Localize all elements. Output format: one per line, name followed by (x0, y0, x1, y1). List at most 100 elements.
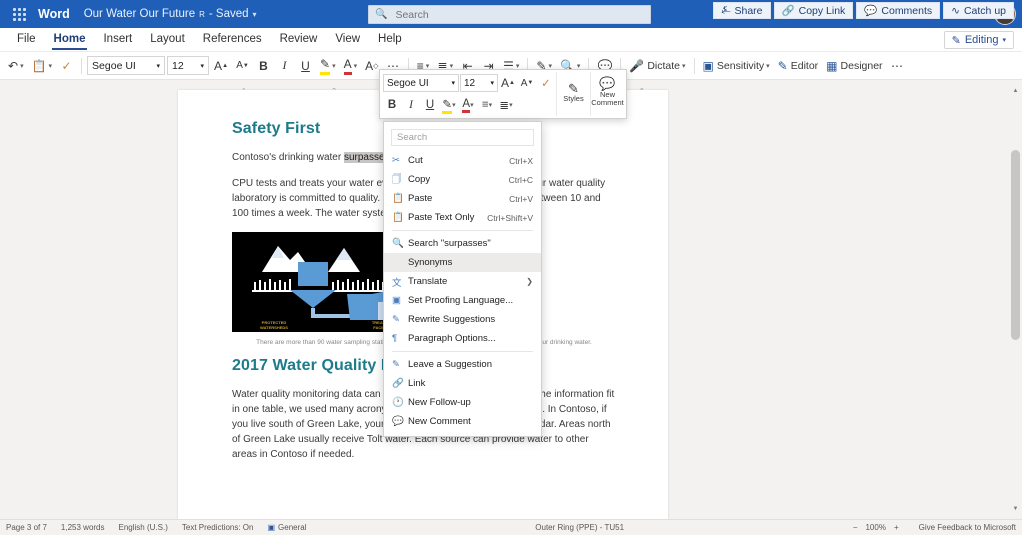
comment-icon: 💬 (392, 416, 404, 427)
font-color-button[interactable]: A ▾ (341, 55, 361, 77)
svg-text:WATERSHEDS: WATERSHEDS (260, 325, 288, 330)
status-language[interactable]: English (U.S.) (119, 523, 168, 532)
designer-button[interactable]: ▦ Designer (823, 55, 885, 77)
comments-button[interactable]: 💬 Comments (856, 2, 941, 19)
vertical-scrollbar[interactable]: ▲ ▼ (1011, 88, 1020, 517)
tab-layout[interactable]: Layout (141, 30, 194, 51)
mini-font-name-select[interactable]: Segoe UI ▾ (383, 74, 459, 92)
scroll-up-icon[interactable]: ▲ (1011, 88, 1020, 99)
zoom-in-button[interactable]: + (894, 523, 899, 532)
font-name-select[interactable]: Segoe UI ▾ (87, 56, 166, 75)
chevron-down-icon: ▾ (451, 80, 455, 87)
mini-highlight-button[interactable]: ✎ ▾ (440, 95, 458, 115)
mini-bullet-list-button[interactable]: ≡ ▾ (478, 95, 496, 115)
context-menu-item-cut[interactable]: ✂ Cut Ctrl+X (384, 151, 541, 170)
zoom-level[interactable]: 100% (865, 523, 885, 532)
app-name[interactable]: Word (38, 7, 70, 21)
mini-underline-button[interactable]: U (421, 95, 439, 115)
grow-font-button[interactable]: A ▲ (211, 55, 231, 77)
search-input[interactable] (393, 7, 644, 22)
editor-button[interactable]: ✎ Editor (775, 55, 822, 77)
mini-styles-button[interactable]: ✎ Styles (556, 72, 590, 116)
context-menu-item-translate[interactable]: 文 Translate ❯ (384, 272, 541, 291)
mini-font-size-select[interactable]: 12 ▾ (460, 74, 498, 92)
context-menu-item-set-proofing-language[interactable]: ▣ Set Proofing Language... (384, 291, 541, 310)
editing-mode-button[interactable]: ✎ Editing ▾ (943, 31, 1014, 49)
undo-button[interactable]: ↶ ▾ (5, 55, 27, 77)
mini-grow-font-button[interactable]: A ▲ (499, 73, 517, 93)
context-menu-item-rewrite-suggestions[interactable]: ✎ Rewrite Suggestions (384, 310, 541, 329)
styles-icon: ✎ (568, 80, 579, 96)
paragraph-icon: ¶ (392, 333, 398, 344)
context-menu-item-leave-a-suggestion[interactable]: ✎ Leave a Suggestion (384, 355, 541, 374)
chevron-right-icon: ❯ (526, 277, 533, 286)
ribbon-overflow-button[interactable]: ⋯ (888, 55, 907, 77)
context-menu-item-paste-text-only[interactable]: 📋 Paste Text Only Ctrl+Shift+V (384, 208, 541, 227)
context-menu-item-link[interactable]: 🔗 Link (384, 374, 541, 393)
mini-shrink-font-button[interactable]: A ▼ (518, 73, 536, 93)
tab-view[interactable]: View (326, 30, 369, 51)
format-painter-button[interactable]: ✓ (57, 55, 76, 77)
status-page[interactable]: Page 3 of 7 (6, 523, 47, 532)
feedback-link[interactable]: Give Feedback to Microsoft (919, 523, 1016, 532)
context-menu-search-placeholder: Search (397, 132, 428, 143)
mini-styles-label: Styles (563, 94, 584, 103)
zoom-out-button[interactable]: − (853, 523, 858, 532)
mini-font-color-button[interactable]: A ▾ (459, 95, 477, 115)
tab-insert[interactable]: Insert (94, 30, 141, 51)
mini-format-painter-button[interactable]: ✓ (537, 73, 555, 93)
context-menu-item-paste[interactable]: 📋 Paste Ctrl+V (384, 189, 541, 208)
scrollbar-thumb[interactable] (1011, 150, 1020, 340)
context-menu-item-new-comment[interactable]: 💬 New Comment (384, 412, 541, 431)
app-launcher-icon[interactable] (6, 0, 32, 28)
copy-link-button[interactable]: 🔗 Copy Link (773, 2, 854, 19)
zoom-control: − 100% + (853, 523, 899, 532)
tab-references[interactable]: References (194, 30, 271, 51)
context-menu-item-search-word[interactable]: 🔍 Search "surpasses" (384, 234, 541, 253)
editor-icon: ✎ (777, 58, 788, 73)
context-menu-item-paragraph-options[interactable]: ¶ Paragraph Options... (384, 329, 541, 348)
chevron-down-icon: ▾ (353, 62, 358, 70)
highlight-button[interactable]: ✎ ▾ (317, 55, 339, 77)
context-menu-shortcut: Ctrl+V (509, 193, 533, 204)
copy-icon: 🗍 (392, 173, 402, 185)
catch-up-button[interactable]: ∿ Catch up (943, 2, 1014, 19)
status-word-count[interactable]: 1,253 words (61, 523, 105, 532)
shrink-font-button[interactable]: A ▼ (233, 55, 252, 77)
chevron-down-icon[interactable]: ▾ (253, 10, 257, 19)
font-name-value: Segoe UI (92, 59, 136, 72)
designer-label: Designer (840, 59, 883, 72)
context-menu-item-new-follow-up[interactable]: 🕐 New Follow-up (384, 393, 541, 412)
mini-numbered-list-button[interactable]: ≣ ▾ (497, 95, 515, 115)
mini-bold-button[interactable]: B (383, 95, 401, 115)
tab-review[interactable]: Review (271, 30, 327, 51)
divider (392, 230, 533, 231)
dictate-button[interactable]: 🎤 Dictate ▾ (626, 55, 688, 77)
share-button[interactable]: ⍼ Share (713, 2, 771, 19)
mini-new-comment-button[interactable]: 💬 New Comment (590, 72, 624, 116)
dictate-label: Dictate (647, 59, 681, 72)
sensitivity-button[interactable]: ▣ Sensitivity ▾ (700, 55, 773, 77)
status-sensitivity[interactable]: ▣ General (267, 523, 306, 532)
link-icon: 🔗 (392, 378, 404, 389)
catch-up-label: Catch up (963, 4, 1006, 17)
context-menu-search[interactable]: Search (391, 129, 534, 146)
mini-italic-button[interactable]: I (402, 95, 420, 115)
scroll-down-icon[interactable]: ▼ (1011, 506, 1020, 517)
suggestion-icon: ✎ (392, 359, 400, 370)
collaboration-actions: ⍼ Share 🔗 Copy Link 💬 Comments ∿ Catch u… (713, 2, 1014, 19)
context-menu-item-synonyms[interactable]: Synonyms (384, 253, 541, 272)
underline-button[interactable]: U (296, 55, 315, 77)
bold-button[interactable]: B (254, 55, 273, 77)
paste-button[interactable]: 📋 ▾ (29, 55, 55, 77)
font-size-select[interactable]: 12 ▾ (167, 56, 210, 75)
tab-file[interactable]: File (8, 30, 45, 51)
tab-home[interactable]: Home (45, 30, 95, 51)
search-box[interactable]: 🔍 (368, 5, 651, 24)
context-menu-item-copy[interactable]: 🗍 Copy Ctrl+C (384, 170, 541, 189)
chevron-down-icon: ▾ (490, 80, 494, 87)
document-title[interactable]: Our Water Our Future R - Saved ▾ (84, 8, 257, 20)
tab-help[interactable]: Help (369, 30, 411, 51)
italic-button[interactable]: I (275, 55, 294, 77)
status-text-predictions[interactable]: Text Predictions: On (182, 523, 254, 532)
